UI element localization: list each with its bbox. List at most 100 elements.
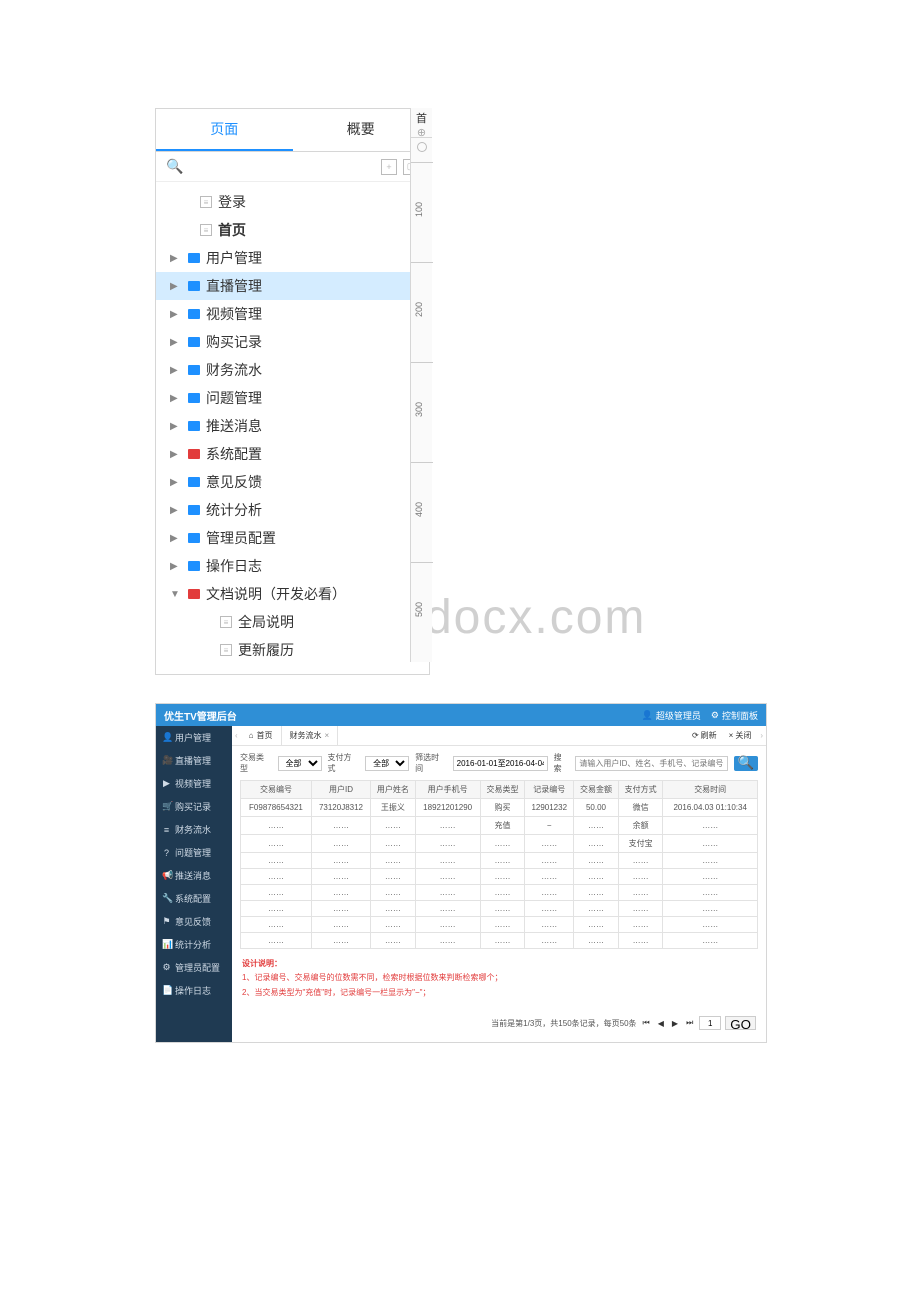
tree-item[interactable]: ≡全局说明 bbox=[156, 608, 429, 636]
tree-item[interactable]: 意见反馈 bbox=[156, 468, 429, 496]
gear-icon: ⚙ bbox=[711, 710, 719, 721]
sidebar-item[interactable]: 📄操作日志 bbox=[156, 979, 232, 1002]
sidebar-item[interactable]: ▶视频管理 bbox=[156, 772, 232, 795]
sidebar-item[interactable]: ≡财务流水 bbox=[156, 818, 232, 841]
table-cell: …… bbox=[663, 901, 758, 917]
sidebar-label: 财务流水 bbox=[175, 823, 211, 836]
tree-search-input[interactable] bbox=[191, 159, 375, 174]
notes-line-1: 1、记录编号、交易编号的位数需不同，检索时根据位数来判断检索哪个； bbox=[242, 971, 756, 985]
pager-last-icon[interactable]: ⏭ bbox=[684, 1018, 695, 1028]
pager-next-icon[interactable]: ▶ bbox=[670, 1019, 680, 1028]
chevron-down-icon bbox=[170, 589, 182, 600]
sidebar-item[interactable]: ?问题管理 bbox=[156, 841, 232, 864]
ruler-cross-icon: ⊕ bbox=[411, 126, 432, 139]
sidebar-item[interactable]: ⚑意见反馈 bbox=[156, 910, 232, 933]
table-cell: …… bbox=[311, 933, 370, 949]
table-cell: …… bbox=[618, 853, 663, 869]
ruler-number: 100 bbox=[414, 202, 424, 217]
table-header-cell: 用户姓名 bbox=[371, 781, 416, 799]
folder-icon bbox=[188, 281, 200, 291]
table-cell: …… bbox=[525, 885, 574, 901]
folder-icon bbox=[188, 337, 200, 347]
table-cell: …… bbox=[574, 885, 619, 901]
table-cell: …… bbox=[415, 817, 480, 835]
table-cell: …… bbox=[574, 853, 619, 869]
tree-item[interactable]: 财务流水 bbox=[156, 356, 429, 384]
table-cell: …… bbox=[663, 869, 758, 885]
table-cell: …… bbox=[371, 853, 416, 869]
tree-item[interactable]: ≡登录 bbox=[156, 188, 429, 216]
filter-pay-select[interactable]: 全部 bbox=[365, 756, 409, 771]
sidebar-item[interactable]: 👤用户管理 bbox=[156, 726, 232, 749]
home-icon: ⌂ bbox=[249, 731, 254, 740]
tabs-next-icon[interactable]: › bbox=[757, 731, 766, 740]
tab-home-label: 首页 bbox=[257, 730, 273, 741]
table-header-cell: 交易金额 bbox=[574, 781, 619, 799]
search-button[interactable]: 🔍 bbox=[734, 756, 758, 771]
ruler-number: 400 bbox=[414, 502, 424, 517]
tab-close-icon[interactable]: × bbox=[325, 731, 330, 740]
pager-go-button[interactable]: GO bbox=[725, 1016, 756, 1030]
ruler-column: 首 ⊕ 100200300400500 bbox=[410, 108, 432, 662]
tabs-prev-icon[interactable]: ‹ bbox=[232, 731, 241, 740]
table-cell: …… bbox=[311, 885, 370, 901]
tree-item[interactable]: 统计分析 bbox=[156, 496, 429, 524]
tree-item[interactable]: 系统配置 bbox=[156, 440, 429, 468]
chevron-right-icon bbox=[170, 505, 182, 516]
tree-item[interactable]: 购买记录 bbox=[156, 328, 429, 356]
table-cell: …… bbox=[415, 885, 480, 901]
tree-item[interactable]: 问题管理 bbox=[156, 384, 429, 412]
pager-page-input[interactable] bbox=[699, 1016, 721, 1030]
filter-type-select[interactable]: 全部 bbox=[278, 756, 322, 771]
table-header-cell: 记录编号 bbox=[525, 781, 574, 799]
refresh-button[interactable]: ⟳ 刷新 bbox=[686, 730, 723, 741]
finance-table: 交易编号用户ID用户姓名用户手机号交易类型记录编号交易金额支付方式交易时间 F0… bbox=[240, 780, 758, 949]
pager-first-icon[interactable]: ⏮ bbox=[641, 1018, 652, 1028]
tree-item[interactable]: ≡首页 bbox=[156, 216, 429, 244]
pager-prev-icon[interactable]: ◀ bbox=[656, 1019, 666, 1028]
admin-title: 优生TV管理后台 bbox=[164, 708, 237, 723]
sidebar-icon: 👤 bbox=[162, 732, 171, 743]
filter-search-input[interactable] bbox=[575, 756, 728, 771]
sidebar-item[interactable]: 🎥直播管理 bbox=[156, 749, 232, 772]
sidebar-item[interactable]: ⚙管理员配置 bbox=[156, 956, 232, 979]
table-cell: …… bbox=[241, 933, 312, 949]
tab-home[interactable]: ⌂ 首页 bbox=[241, 726, 282, 745]
sidebar-label: 问题管理 bbox=[175, 846, 211, 859]
sidebar-item[interactable]: 📊统计分析 bbox=[156, 933, 232, 956]
admin-main: ‹ ⌂ 首页 财务流水 × ⟳ 刷新 × 关闭 › bbox=[232, 726, 766, 1042]
add-page-icon[interactable]: + bbox=[381, 159, 397, 175]
refresh-label: 刷新 bbox=[701, 730, 717, 741]
tree-item[interactable]: 操作日志 bbox=[156, 552, 429, 580]
table-cell: …… bbox=[311, 835, 370, 853]
table-cell: …… bbox=[371, 901, 416, 917]
table-cell: …… bbox=[311, 869, 370, 885]
table-cell: …… bbox=[415, 933, 480, 949]
tab-finance[interactable]: 财务流水 × bbox=[282, 726, 339, 745]
folder-icon bbox=[188, 505, 200, 515]
sidebar-item[interactable]: 🔧系统配置 bbox=[156, 887, 232, 910]
header-user[interactable]: 👤 超级管理员 bbox=[642, 709, 701, 722]
close-all-button[interactable]: × 关闭 bbox=[723, 730, 758, 741]
tree-item[interactable]: 推送消息 bbox=[156, 412, 429, 440]
sidebar-item[interactable]: 🛒购买记录 bbox=[156, 795, 232, 818]
admin-panel: 优生TV管理后台 👤 超级管理员 ⚙ 控制面板 👤用户管理🎥直播管理▶视频管理🛒… bbox=[155, 703, 767, 1043]
sidebar-item[interactable]: 📢推送消息 bbox=[156, 864, 232, 887]
header-control-panel[interactable]: ⚙ 控制面板 bbox=[711, 709, 758, 722]
tree-item[interactable]: 文档说明（开发必看） bbox=[156, 580, 429, 608]
tree-item[interactable]: ≡更新履历 bbox=[156, 636, 429, 664]
tree-item[interactable]: 视频管理 bbox=[156, 300, 429, 328]
table-cell: …… bbox=[480, 869, 525, 885]
table-cell: …… bbox=[311, 901, 370, 917]
filter-time-input[interactable] bbox=[453, 756, 548, 771]
tab-pages[interactable]: 页面 bbox=[156, 109, 293, 151]
tree-item[interactable]: 直播管理 bbox=[156, 272, 429, 300]
tree-item[interactable]: 管理员配置 bbox=[156, 524, 429, 552]
table-cell: 购买 bbox=[480, 799, 525, 817]
table-cell: …… bbox=[371, 917, 416, 933]
chevron-right-icon bbox=[170, 393, 182, 404]
table-row: ……………………………………………… bbox=[241, 917, 758, 933]
tree-item[interactable]: 用户管理 bbox=[156, 244, 429, 272]
tab-overview[interactable]: 概要 bbox=[293, 109, 430, 151]
table-cell: 73120J8312 bbox=[311, 799, 370, 817]
